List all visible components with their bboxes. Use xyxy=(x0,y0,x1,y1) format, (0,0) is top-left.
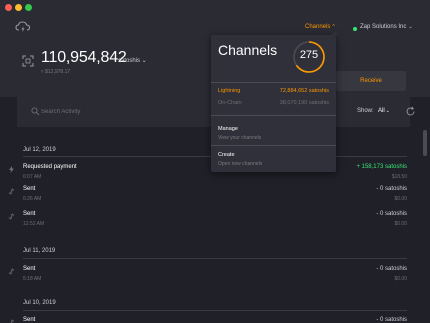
show-filter-select[interactable]: All⌄ xyxy=(378,108,390,114)
link-icon xyxy=(8,188,15,195)
zap-cloud-logo-icon xyxy=(15,21,31,33)
balance-unit-label: satoshis xyxy=(118,58,141,64)
manage-channels-title: Manage xyxy=(218,126,238,132)
minimize-window-button[interactable] xyxy=(15,4,22,11)
activity-title: Requested payment xyxy=(23,164,77,170)
activity-amount: - 0 satoshis xyxy=(376,211,407,217)
activity-amount: + 158,173 satoshis xyxy=(356,164,407,170)
search-icon xyxy=(31,107,40,116)
create-channel-subtitle: Open new channels xyxy=(218,161,263,167)
qr-scan-icon[interactable] xyxy=(22,55,34,67)
activity-fiat: $0.00 xyxy=(394,196,407,202)
date-header: Jul 10, 2019 xyxy=(23,300,56,306)
popup-divider xyxy=(211,82,336,83)
activity-scrollbar[interactable] xyxy=(423,130,427,156)
date-divider xyxy=(23,258,407,259)
onchain-balance-label: On-Chain xyxy=(218,100,242,106)
node-status-dot xyxy=(353,27,357,31)
lightning-balance-value: 72,884,652 satoshis xyxy=(279,88,329,94)
balance-unit-selector[interactable]: satoshis ⌄ xyxy=(118,57,147,64)
balance-fiat: ≈ $12,978.17 xyxy=(41,69,71,75)
activity-amount: - 0 satoshis xyxy=(376,186,407,192)
activity-time: 6:07 AM xyxy=(23,174,42,180)
activity-title: Sent xyxy=(23,186,36,192)
activity-amount: - 0 satoshis xyxy=(376,266,407,272)
link-icon xyxy=(8,213,15,220)
activity-fiat: $0.00 xyxy=(394,221,407,227)
window-titlebar xyxy=(0,0,430,15)
activity-fiat: $0.00 xyxy=(394,276,407,282)
lightning-balance-label: Lightning xyxy=(218,88,241,94)
activity-fiat: $18.50 xyxy=(391,174,407,180)
manage-channels-subtitle: View your channels xyxy=(218,135,262,141)
channels-popup: Channels 275 Lightning 72,884,652 satosh… xyxy=(211,31,339,172)
maximize-window-button[interactable] xyxy=(25,4,32,11)
link-icon xyxy=(10,319,15,323)
activity-time: 5:18 AM xyxy=(23,276,42,282)
activity-amount: - 0 satoshis xyxy=(376,317,407,323)
node-name-label: Zap Solutions Inc xyxy=(360,24,407,30)
onchain-balance-value: 38,070,190 satoshis xyxy=(279,100,329,106)
channels-nav-label: Channels xyxy=(305,24,331,30)
link-icon xyxy=(8,268,15,275)
activity-title: Sent xyxy=(23,317,36,323)
date-divider xyxy=(23,310,407,311)
popup-arrow xyxy=(331,31,339,35)
wallet-balance: 110,954,842 xyxy=(41,49,127,66)
show-filter-label: Show: xyxy=(357,108,374,114)
popup-divider xyxy=(211,115,336,116)
search-activity-input[interactable] xyxy=(41,107,221,117)
chevron-down-icon: ⌄ xyxy=(408,24,413,30)
refresh-icon[interactable] xyxy=(405,106,416,117)
popup-divider xyxy=(211,145,336,146)
lightning-icon xyxy=(9,166,14,173)
date-header: Jul 12, 2019 xyxy=(23,147,56,153)
channels-popup-title: Channels xyxy=(218,42,278,58)
date-header: Jul 11, 2019 xyxy=(23,248,56,254)
chevron-up-icon: ^ xyxy=(332,24,335,30)
activity-time: 12:52 AM xyxy=(23,221,45,227)
receive-button[interactable]: Receive xyxy=(336,71,406,91)
channels-nav-button[interactable]: Channels ^ xyxy=(305,24,335,30)
activity-time: 6:26 AM xyxy=(23,196,42,202)
chevron-down-icon: ⌄ xyxy=(385,108,390,114)
create-channel-title: Create xyxy=(218,152,235,158)
show-filter-value: All xyxy=(378,108,385,114)
channel-count: 275 xyxy=(299,49,319,61)
activity-title: Sent xyxy=(23,266,36,272)
activity-title: Sent xyxy=(23,211,36,217)
close-window-button[interactable] xyxy=(5,4,12,11)
node-selector[interactable]: Zap Solutions Inc ⌄ xyxy=(360,24,413,30)
